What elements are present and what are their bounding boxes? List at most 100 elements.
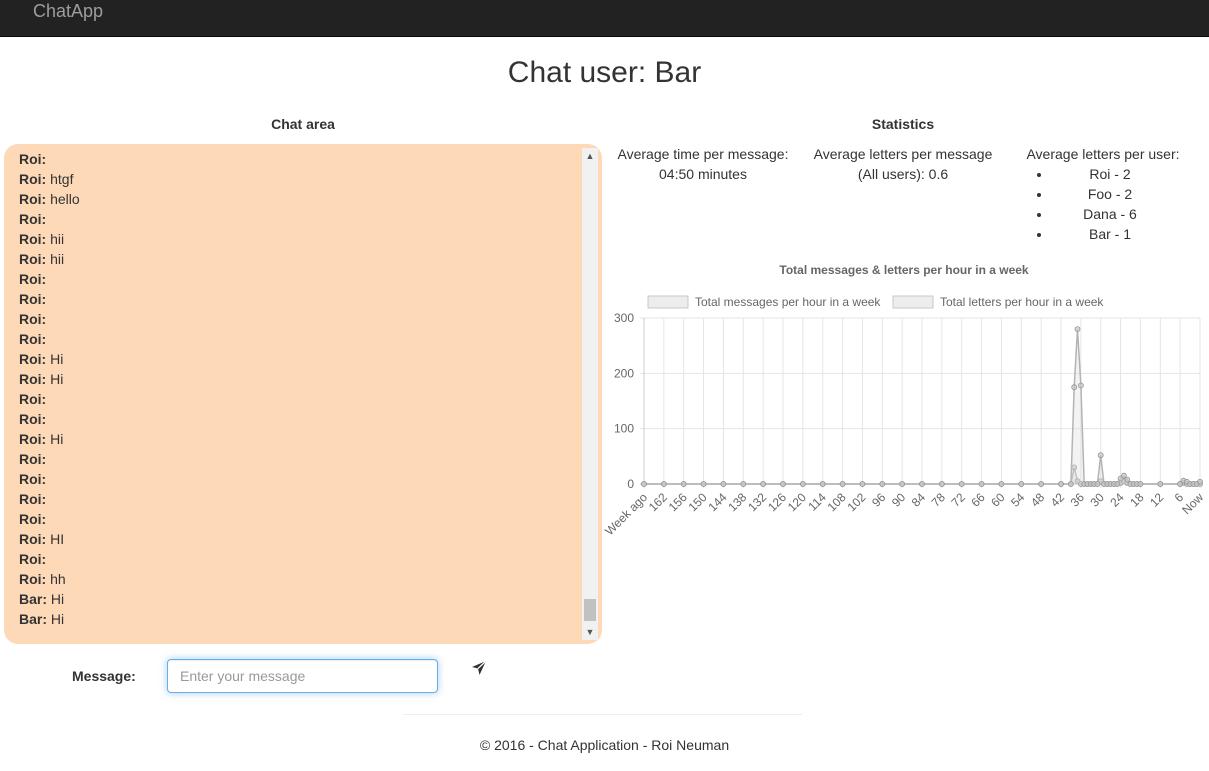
page-title: Chat user: Bar [507, 56, 702, 89]
x-tick-label: 18 [1127, 490, 1147, 510]
message-author: Roi: [19, 391, 47, 407]
message-text: Hi [50, 611, 65, 627]
chat-message: Roi: [19, 509, 579, 529]
message-author: Roi: [19, 251, 47, 267]
y-tick-label: 0 [627, 477, 634, 491]
legend-label: Total messages per hour in a week [695, 295, 881, 309]
message-author: Roi: [19, 231, 47, 247]
data-point [938, 481, 945, 487]
message-author: Roi: [19, 411, 47, 427]
y-tick-label: 200 [614, 366, 634, 380]
message-author: Roi: [19, 171, 47, 187]
message-label: Message: [72, 668, 136, 684]
footer: © 2016 - Chat Application - Roi Neuman [479, 737, 730, 753]
x-tick-label: Now [1179, 490, 1204, 517]
chat-message: Roi: [19, 489, 579, 509]
message-author: Roi: [19, 271, 47, 287]
x-tick-label: 108 [825, 490, 849, 514]
message-author: Roi: [19, 451, 47, 467]
message-author: Roi: [19, 211, 47, 227]
message-author: Bar: [19, 611, 48, 627]
x-tick-label: 72 [948, 490, 968, 510]
chat-area-title: Chat area [271, 116, 335, 132]
chat-message: Roi: [19, 309, 579, 329]
data-point [1077, 382, 1084, 389]
message-author: Bar: [19, 591, 48, 607]
data-point [1074, 326, 1081, 332]
statistics-title: Statistics [871, 116, 935, 132]
message-author: Roi: [19, 351, 47, 367]
y-tick-label: 300 [614, 311, 634, 325]
user-list: Roi - 2Foo - 2Dana - 6Bar - 1 [1012, 164, 1194, 244]
data-point [1097, 452, 1104, 459]
user-stat-item: Bar - 1 [1052, 224, 1194, 244]
chat-message: Roi: [19, 209, 579, 229]
message-author: Roi: [19, 491, 47, 507]
data-point [1114, 481, 1121, 487]
user-stat-item: Dana - 6 [1052, 204, 1194, 224]
message-author: Roi: [19, 151, 47, 167]
x-tick-label: 30 [1087, 490, 1107, 510]
message-input[interactable] [167, 659, 438, 693]
message-author: Roi: [19, 571, 47, 587]
x-tick-label: 42 [1048, 490, 1068, 510]
x-tick-label: 162 [646, 490, 670, 514]
message-author: Roi: [19, 291, 47, 307]
data-point [740, 481, 747, 487]
messages-chart: Total messages & letters per hour in a w… [602, 258, 1206, 548]
x-tick-label: 144 [705, 490, 729, 514]
legend-swatch [892, 295, 934, 309]
chat-message: Roi: [19, 409, 579, 429]
data-point [819, 481, 826, 487]
x-tick-label: 150 [686, 490, 710, 514]
x-tick-label: 96 [869, 490, 889, 510]
data-point [661, 481, 667, 487]
data-point [1038, 481, 1045, 487]
scroll-down-icon[interactable]: ▼ [582, 624, 598, 640]
message-text: HI [50, 531, 65, 547]
chat-message: Roi: HI [19, 529, 579, 549]
x-tick-label: 114 [805, 490, 829, 514]
data-point [1137, 481, 1144, 487]
message-author: Roi: [19, 144, 46, 147]
data-point [1157, 481, 1164, 487]
send-button[interactable] [470, 659, 490, 679]
message-author: Roi: [19, 551, 47, 567]
data-point [1067, 481, 1074, 487]
x-tick-label: 48 [1028, 490, 1048, 510]
message-text: Hi [50, 591, 65, 607]
message-text: Hi [50, 431, 64, 447]
chat-message: Roi: Hi [19, 369, 579, 389]
chat-message: Roi: [19, 269, 579, 289]
brand-link[interactable]: ChatApp [33, 1, 103, 21]
chart-title: Total messages & letters per hour in a w… [779, 263, 1029, 277]
message-text: Hi [50, 351, 64, 367]
avg-letters-stat: Average letters per message (All users):… [813, 146, 993, 182]
x-tick-label: 66 [968, 490, 988, 510]
data-point [1018, 481, 1025, 487]
x-tick-label: 60 [988, 490, 1008, 510]
chart-svg: Total messages & letters per hour in a w… [602, 263, 1206, 538]
data-point [720, 481, 727, 487]
avg-letters-per-user-label: Average letters per user: [1026, 146, 1180, 162]
chat-message: Roi: [19, 289, 579, 309]
scroll-up-icon[interactable]: ▲ [582, 148, 598, 164]
message-author: Roi: [19, 431, 47, 447]
navbar: ChatApp [0, 0, 1209, 37]
chat-scrollbar[interactable]: ▲ ▼ [582, 148, 598, 640]
chat-message: Bar: Hi [19, 589, 579, 609]
x-tick-label: 24 [1107, 490, 1127, 510]
message-author: Roi: [19, 471, 47, 487]
data-point [998, 481, 1005, 487]
chat-message: Roi: [19, 329, 579, 349]
data-point [780, 481, 786, 487]
scroll-thumb[interactable] [584, 599, 596, 621]
data-point [1197, 478, 1203, 485]
message-text: htgf [50, 171, 74, 187]
user-stat-item: Roi - 2 [1052, 164, 1194, 184]
x-tick-label: 54 [1008, 490, 1028, 510]
message-author: Roi: [19, 191, 47, 207]
x-tick-label: 120 [785, 490, 809, 514]
chat-message: Roi: [19, 469, 579, 489]
data-point [859, 481, 866, 487]
